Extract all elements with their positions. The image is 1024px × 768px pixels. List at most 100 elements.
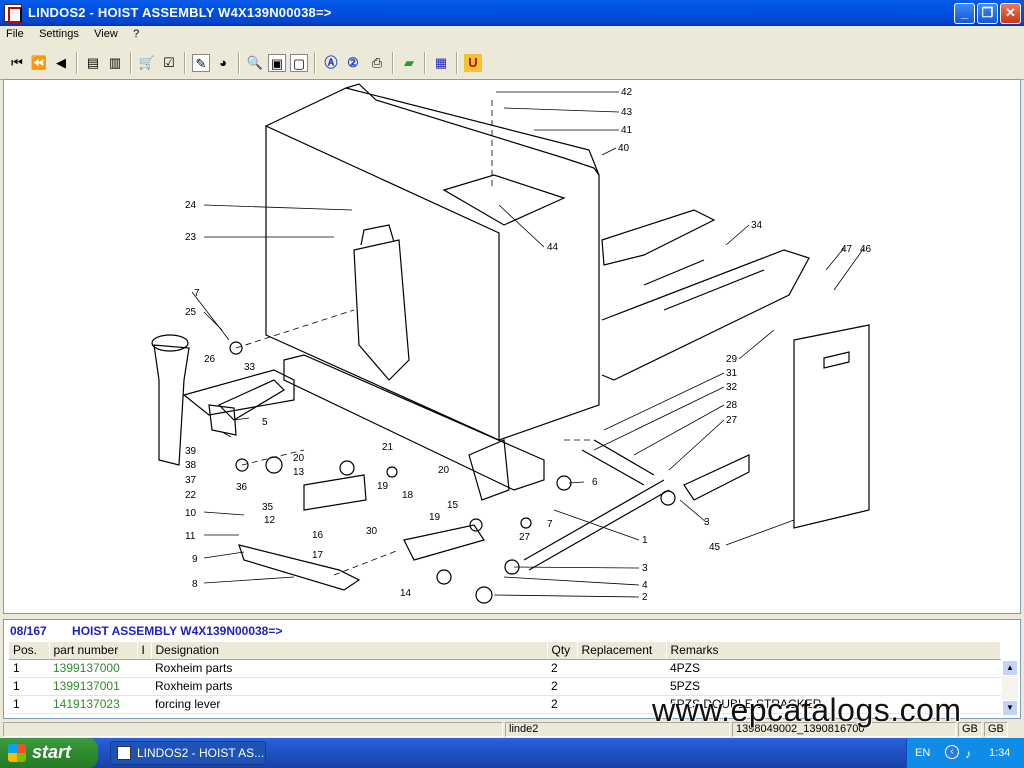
volume-icon[interactable]: ♪ <box>965 747 971 761</box>
callout-3a: 3 <box>704 517 710 528</box>
parts-scrollbar[interactable]: ▲ ▼ <box>1002 660 1018 716</box>
doc-list-icon[interactable]: ▥ <box>106 54 124 72</box>
callout-7b: 7 <box>547 519 553 530</box>
print-icon[interactable]: ⎙ <box>368 54 386 72</box>
system-tray: EN ‹ ♪ 1:34 <box>906 738 1024 768</box>
callout-43: 43 <box>621 107 633 118</box>
scroll-up-icon[interactable]: ▲ <box>1002 660 1018 676</box>
checklist-icon[interactable]: ☑ <box>160 54 178 72</box>
page-icon[interactable]: ▣ <box>268 54 286 72</box>
col-qty[interactable]: Qty <box>547 642 578 660</box>
restore-button[interactable]: ❐ <box>977 3 998 24</box>
parts-drawing[interactable]: 42 43 41 40 44 24 23 34 47 46 7 25 26 33… <box>3 79 1021 614</box>
language-indicator[interactable]: EN <box>915 747 930 759</box>
side-plate <box>793 324 870 529</box>
cell-part-number[interactable]: 1419137023 <box>49 695 137 714</box>
callout-27a: 27 <box>726 415 738 426</box>
menu-help[interactable]: ? <box>127 26 145 42</box>
callout-15: 15 <box>447 500 459 511</box>
callout-5: 5 <box>262 417 268 428</box>
cell-part-number[interactable]: 1399137000 <box>49 659 137 678</box>
table-row[interactable]: 1 1399137000 Roxheim parts 2 4PZS <box>9 659 1001 678</box>
callout-4: 4 <box>642 580 648 591</box>
lever-arm <box>182 369 295 416</box>
callout-18: 18 <box>402 490 414 501</box>
callout-24: 24 <box>185 200 197 211</box>
green-book-icon[interactable]: ▰ <box>400 54 418 72</box>
u-icon[interactable]: U <box>464 54 482 72</box>
start-button[interactable]: start <box>0 738 98 768</box>
two-circle-icon[interactable]: ② <box>344 54 362 72</box>
callout-14: 14 <box>400 588 412 599</box>
callout-22: 22 <box>185 490 197 501</box>
hydraulic-cylinder <box>153 344 190 466</box>
callout-2: 2 <box>642 592 648 603</box>
callout-9: 9 <box>192 554 198 565</box>
callout-11: 11 <box>185 531 196 542</box>
menu-view[interactable]: View <box>88 26 124 42</box>
clock[interactable]: 1:34 <box>989 747 1010 759</box>
callout-42: 42 <box>621 87 633 98</box>
cell-i <box>137 659 151 678</box>
scroll-down-icon[interactable]: ▼ <box>1002 700 1018 716</box>
toolbar-separator <box>76 52 78 74</box>
callout-36: 36 <box>236 482 248 493</box>
cell-designation: Roxheim parts <box>151 659 547 678</box>
col-designation[interactable]: Designation <box>151 642 548 660</box>
chevron-left-icon[interactable]: ‹ <box>945 745 959 759</box>
prev-icon[interactable]: ◀ <box>52 54 70 72</box>
doc-open-icon[interactable]: ▤ <box>84 54 102 72</box>
tie-rod <box>238 544 361 591</box>
table-header-row: Pos. part number I Designation Qty Repla… <box>9 642 1001 660</box>
menu-bar: File Settings View ? <box>0 26 1024 44</box>
fork-detail <box>643 259 765 311</box>
callout-35: 35 <box>262 502 274 513</box>
taskbar-item-label: LINDOS2 - HOIST AS... <box>137 746 265 760</box>
callout-20b: 20 <box>438 465 450 476</box>
first-icon[interactable]: ⏮ <box>8 54 26 72</box>
taskbar-item-lindos[interactable]: LINDOS2 - HOIST AS... <box>110 741 266 765</box>
col-pos[interactable]: Pos. <box>9 642 50 660</box>
main-axle <box>283 354 545 491</box>
minimize-button[interactable]: _ <box>954 3 975 24</box>
cell-qty: 2 <box>547 677 577 696</box>
mast-channel <box>353 239 410 381</box>
cell-qty: 2 <box>547 695 577 714</box>
callout-28: 28 <box>726 400 738 411</box>
windows-flag-icon <box>8 744 26 762</box>
assembly-title: HOIST ASSEMBLY W4X139N00038=> <box>72 624 283 638</box>
callout-26: 26 <box>204 354 216 365</box>
menu-file[interactable]: File <box>0 26 30 42</box>
callout-16: 16 <box>312 530 324 541</box>
a-circle-icon[interactable]: Ⓐ <box>322 54 340 72</box>
fork-upper <box>601 209 716 266</box>
callout-33: 33 <box>244 362 256 373</box>
cell-replacement <box>577 659 666 678</box>
col-remarks[interactable]: Remarks <box>666 642 1001 660</box>
col-part-number[interactable]: part number <box>49 642 138 660</box>
cart-icon[interactable]: 🛒 <box>138 54 156 72</box>
zoom-icon[interactable]: 🔍 <box>246 54 264 72</box>
grid-icon[interactable]: ▦ <box>432 54 450 72</box>
callout-7a: 7 <box>194 288 200 299</box>
cell-remarks: 4PZS <box>666 659 1001 678</box>
bracket-12 <box>303 474 367 511</box>
toolbar-separator <box>184 52 186 74</box>
toolbar-separator <box>130 52 132 74</box>
globe-icon[interactable]: ◕ <box>214 54 232 72</box>
callout-8: 8 <box>192 579 198 590</box>
pen-icon[interactable]: ✎ <box>192 54 210 72</box>
app-icon <box>117 746 131 760</box>
col-i[interactable]: I <box>137 642 152 660</box>
cell-part-number[interactable]: 1399137001 <box>49 677 137 696</box>
frame-left-panel <box>265 125 500 441</box>
menu-settings[interactable]: Settings <box>33 26 85 42</box>
callout-1: 1 <box>642 535 648 546</box>
page-fit-icon[interactable]: ▢ <box>290 54 308 72</box>
close-button[interactable]: ✕ <box>1000 3 1021 24</box>
window-title: LINDOS2 - HOIST ASSEMBLY W4X139N00038=> <box>28 5 332 20</box>
callout-13: 13 <box>293 467 305 478</box>
status-cell-main <box>3 722 503 737</box>
prev-fast-icon[interactable]: ⏪ <box>30 54 48 72</box>
col-replacement[interactable]: Replacement <box>577 642 667 660</box>
